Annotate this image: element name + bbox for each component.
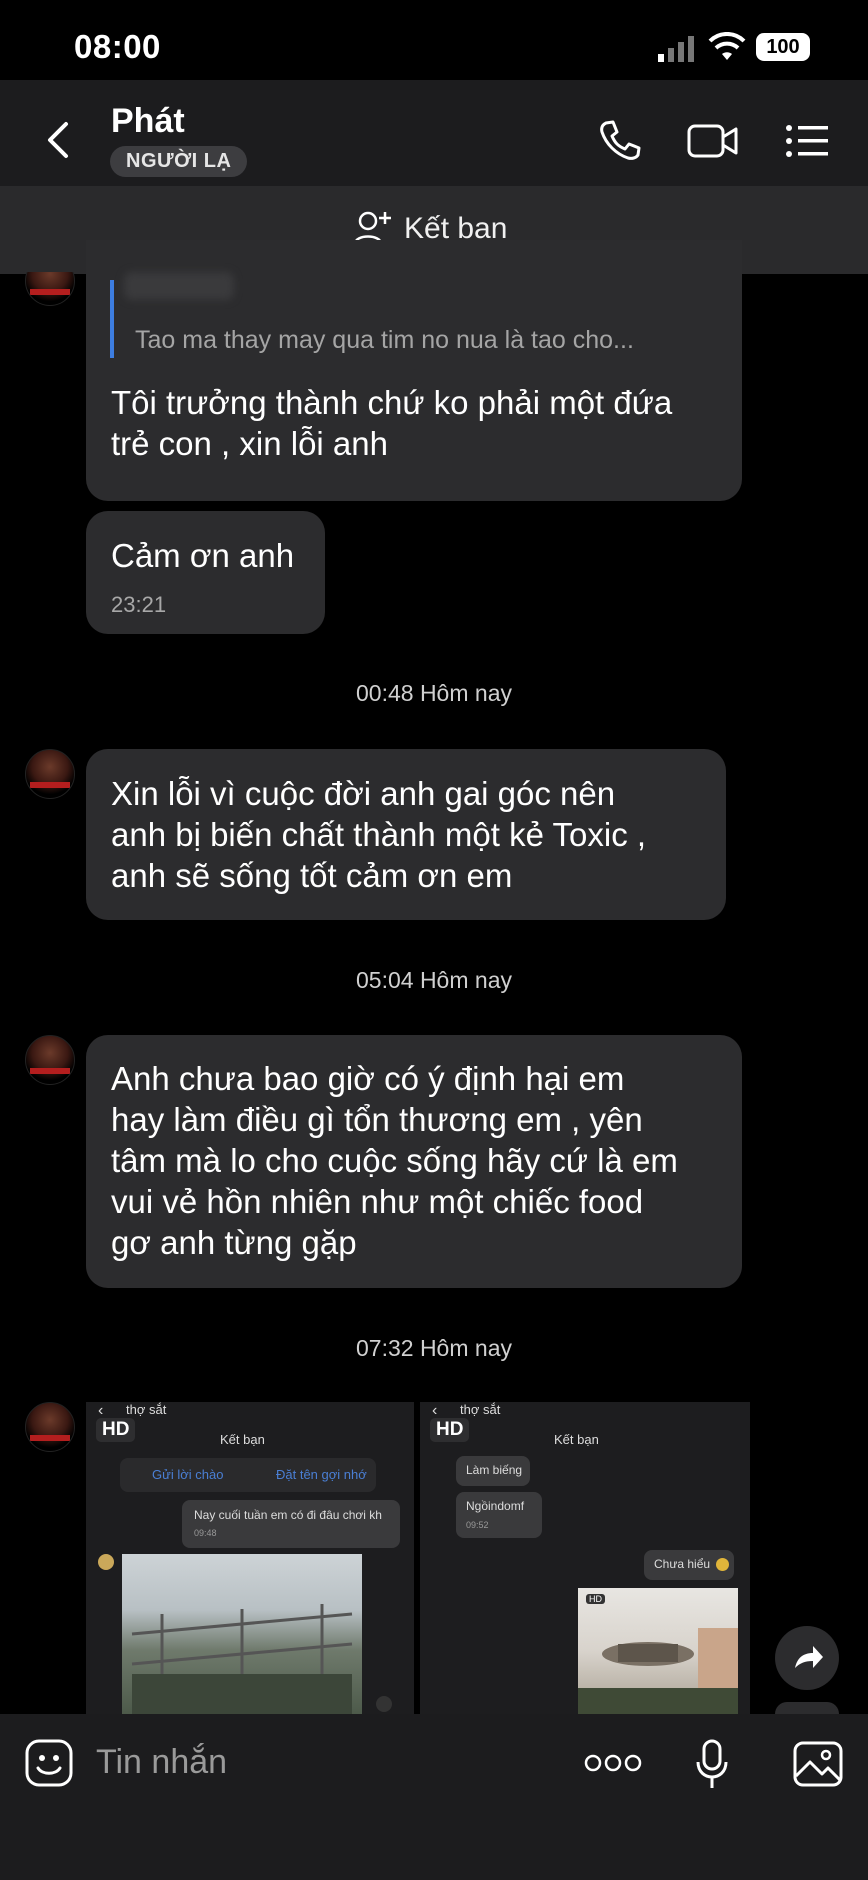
battery-level: 100 [766, 36, 800, 58]
message-text: hay làm điều gì tổn thương em , yên [111, 1101, 643, 1138]
emoji-icon [716, 1558, 729, 1571]
search-text: thợ sắt [126, 1402, 167, 1417]
composer-bar [0, 1714, 868, 1880]
quote-bar [110, 280, 114, 358]
mini-message-time: 09:52 [466, 1520, 489, 1530]
quote-author-blur [124, 272, 234, 300]
greet-link: Gửi lời chào [152, 1467, 224, 1482]
back-icon[interactable] [44, 120, 72, 165]
message-text: Tôi trưởng thành chứ ko phải một đứa [111, 384, 673, 421]
scroll-button[interactable] [775, 1702, 839, 1714]
hd-small-badge: HD [586, 1594, 605, 1604]
menu-icon[interactable] [786, 124, 830, 163]
wifi-icon [708, 31, 746, 67]
add-friend-text: Kết bạn [220, 1432, 265, 1447]
avatar[interactable] [25, 1402, 75, 1452]
mini-reply-text: Chưa hiểu [654, 1557, 711, 1571]
image-icon[interactable] [792, 1740, 844, 1793]
more-icon[interactable] [584, 1752, 642, 1779]
photo-preview [578, 1588, 738, 1714]
share-button[interactable] [775, 1626, 839, 1690]
time-divider: 00:48 Hôm nay [356, 680, 512, 706]
time-divider: 05:04 Hôm nay [356, 967, 512, 993]
image-attachment[interactable]: ‹ thợ sắt HD Kết bạn Làm biếng Ngồindomf… [420, 1402, 750, 1714]
mini-message-time: 09:48 [194, 1528, 217, 1538]
signal-icon [658, 36, 698, 67]
mini-message-text: Làm biếng [466, 1463, 523, 1477]
message-text: gơ anh từng gặp [111, 1224, 357, 1261]
video-call-icon[interactable] [686, 122, 740, 165]
add-friend-text: Kết bạn [554, 1432, 599, 1447]
hd-badge: HD [96, 1418, 136, 1442]
status-time: 08:00 [74, 28, 161, 65]
stranger-badge: NGƯỜI LẠ [110, 146, 248, 177]
image-attachment[interactable]: ‹ thợ sắt HD Kết bạn Gửi lời chào Đặt tê… [86, 1402, 414, 1714]
battery-icon: 100 [756, 33, 810, 61]
phone-icon[interactable] [598, 118, 642, 167]
mini-message-text: Nay cuối tuần em có đi đâu chơi kh [194, 1508, 382, 1522]
sticker-icon[interactable] [24, 1738, 74, 1793]
contact-name[interactable]: Phát [111, 102, 185, 141]
nickname-link: Đặt tên gợi nhớ [276, 1467, 367, 1482]
microphone-icon[interactable] [694, 1738, 730, 1795]
share-mini-icon [376, 1696, 392, 1712]
message-text: Anh chưa bao giờ có ý định hại em [111, 1060, 625, 1097]
message-input[interactable]: Tin nhắn [96, 1743, 227, 1782]
mini-avatar [98, 1554, 114, 1570]
hd-badge: HD [430, 1418, 470, 1442]
time-divider: 07:32 Hôm nay [356, 1335, 512, 1361]
message-text: Xin lỗi vì cuộc đời anh gai góc nên [111, 775, 616, 812]
message-text: anh bị biến chất thành một kẻ Toxic , [111, 816, 647, 853]
avatar[interactable] [25, 749, 75, 799]
message-text: anh sẽ sống tốt cảm ơn em [111, 857, 513, 894]
message-time: 23:21 [111, 592, 167, 617]
quote-text: Tao ma thay may qua tim no nua là tao ch… [135, 326, 634, 354]
message-text: vui vẻ hồn nhiên như một chiếc food [111, 1183, 644, 1220]
photo-preview [122, 1554, 362, 1714]
mini-message-text: Ngồindomf [466, 1499, 525, 1513]
avatar[interactable] [25, 1035, 75, 1085]
message-text: trẻ con , xin lỗi anh [111, 425, 388, 462]
message-text: Cảm ơn anh [111, 537, 295, 574]
message-text: tâm mà lo cho cuộc sống hãy cứ là em [111, 1142, 678, 1179]
search-text: thợ sắt [460, 1402, 501, 1417]
